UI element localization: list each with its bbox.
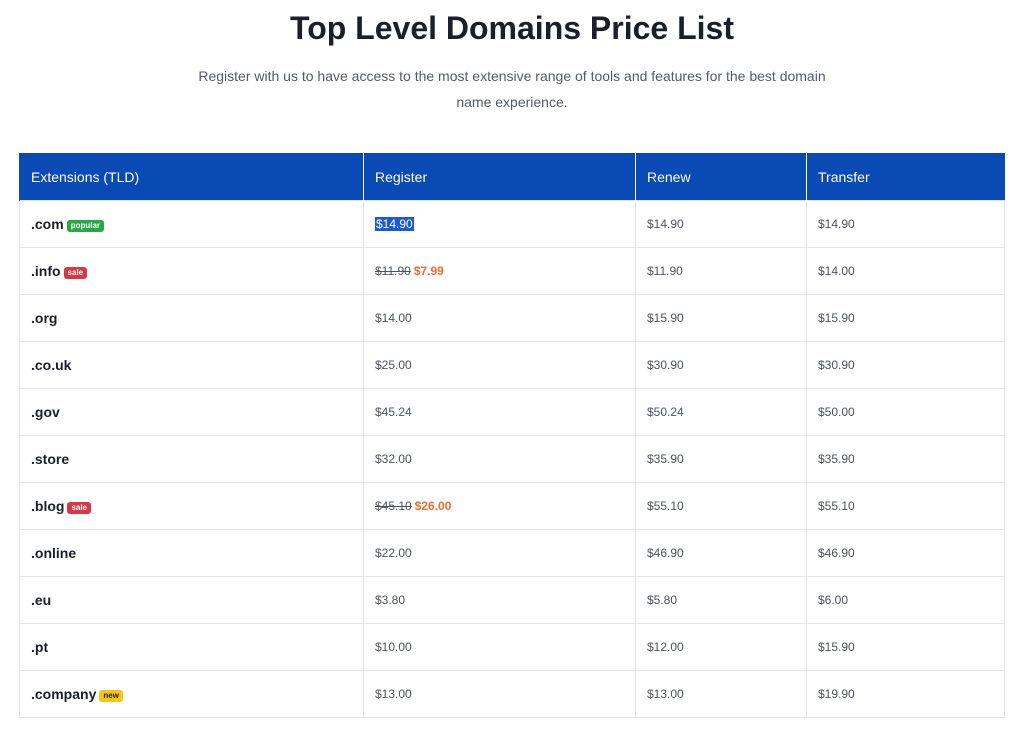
tld-cell: .online: [19, 529, 364, 577]
register-price: $22.00: [375, 546, 412, 560]
transfer-price-cell: $14.00: [806, 247, 1005, 295]
register-price: $14.00: [375, 311, 412, 325]
transfer-price-cell: $35.90: [806, 435, 1005, 483]
table-row: .org $14.00 $15.90 $15.90: [19, 294, 1005, 342]
tld-name: .eu: [31, 592, 52, 608]
tld-name: .org: [31, 310, 58, 326]
register-price: $3.80: [375, 593, 406, 607]
transfer-price-cell: $14.90: [806, 200, 1005, 248]
renew-price-cell: $13.00: [635, 670, 807, 718]
register-price-cell: $10.00: [363, 623, 636, 671]
renew-price-cell: $50.24: [635, 388, 807, 436]
tld-cell: .eu: [19, 576, 364, 624]
tld-name: .store: [31, 451, 70, 467]
tld-name: .com: [31, 216, 64, 232]
subtitle-line-1: Register with us to have access to the m…: [198, 68, 826, 84]
transfer-price-cell: $55.10: [806, 482, 1005, 530]
tld-cell: .com popular: [19, 200, 364, 248]
renew-price-cell: $35.90: [635, 435, 807, 483]
tld-name: .online: [31, 545, 77, 561]
transfer-price-cell: $6.00: [806, 576, 1005, 624]
table-row: .store $32.00 $35.90 $35.90: [19, 435, 1005, 483]
page-title: Top Level Domains Price List: [290, 10, 734, 46]
tld-cell: .co.uk: [19, 341, 364, 389]
tld-name: .gov: [31, 404, 60, 420]
price-list-page: Top Level Domains Price List Register wi…: [0, 0, 1024, 737]
table-body: .com popular $14.90 $14.90 $14.90 .info sale $1…: [19, 200, 1005, 718]
original-register-price: $45.10: [375, 499, 412, 513]
tld-name: .pt: [31, 639, 49, 655]
new-badge: new: [99, 690, 123, 702]
transfer-price-cell: $30.90: [806, 341, 1005, 389]
register-price-cell: $13.00: [363, 670, 636, 718]
table-row: .company new $13.00 $13.00 $19.90: [19, 670, 1005, 718]
renew-price-cell: $15.90: [635, 294, 807, 342]
register-price-cell: $14.00: [363, 294, 636, 342]
register-price-selected: $14.90: [375, 217, 414, 231]
tld-cell: .store: [19, 435, 364, 483]
tld-name: .co.uk: [31, 357, 72, 373]
tld-cell: .blog sale: [19, 482, 364, 530]
transfer-price-cell: $15.90: [806, 294, 1005, 342]
original-register-price: $11.90: [375, 264, 411, 278]
sale-register-price: $26.00: [414, 499, 452, 513]
column-header-register[interactable]: Register: [363, 153, 636, 201]
table-row: .co.uk $25.00 $30.90 $30.90: [19, 341, 1005, 389]
tld-price-table: Extensions (TLD) Register Renew Transfer…: [19, 153, 1005, 718]
column-header-renew[interactable]: Renew: [635, 153, 807, 201]
register-price: $25.00: [375, 358, 412, 372]
renew-price-cell: $55.10: [635, 482, 807, 530]
register-price: $45.24: [375, 405, 412, 419]
page-subtitle: Register with us to have access to the m…: [192, 63, 832, 115]
subtitle-line-2: name experience.: [456, 94, 568, 110]
transfer-price-cell: $15.90: [806, 623, 1005, 671]
renew-price-cell: $11.90: [635, 247, 807, 295]
renew-price-cell: $5.80: [635, 576, 807, 624]
table-row: .pt $10.00 $12.00 $15.90: [19, 623, 1005, 671]
table-row: .online $22.00 $46.90 $46.90: [19, 529, 1005, 577]
register-price-cell: $3.80: [363, 576, 636, 624]
tld-name: .company: [31, 686, 97, 702]
table-header-row: Extensions (TLD) Register Renew Transfer: [19, 153, 1005, 201]
register-price-cell: $45.10 $26.00: [363, 482, 636, 530]
tld-cell: .gov: [19, 388, 364, 436]
register-price-cell: $14.90: [363, 200, 636, 248]
table-row: .com popular $14.90 $14.90 $14.90: [19, 200, 1005, 248]
sale-badge: sale: [67, 502, 92, 514]
table-row: .info sale $11.90 $7.99 $11.90 $14.00: [19, 247, 1005, 295]
renew-price-cell: $46.90: [635, 529, 807, 577]
column-header-transfer[interactable]: Transfer: [806, 153, 1005, 201]
register-price: $32.00: [375, 452, 412, 466]
sale-badge: sale: [63, 267, 88, 279]
tld-cell: .pt: [19, 623, 364, 671]
transfer-price-cell: $50.00: [806, 388, 1005, 436]
tld-cell: .company new: [19, 670, 364, 718]
tld-cell: .info sale: [19, 247, 364, 295]
table-row: .eu $3.80 $5.80 $6.00: [19, 576, 1005, 624]
popular-badge: popular: [66, 220, 105, 232]
table-row: .blog sale $45.10 $26.00 $55.10 $55.10: [19, 482, 1005, 530]
register-price-cell: $22.00: [363, 529, 636, 577]
renew-price-cell: $30.90: [635, 341, 807, 389]
register-price-cell: $25.00: [363, 341, 636, 389]
tld-name: .blog: [31, 498, 65, 514]
transfer-price-cell: $19.90: [806, 670, 1005, 718]
tld-name: .info: [31, 263, 61, 279]
register-price-cell: $45.24: [363, 388, 636, 436]
register-price: $13.00: [375, 687, 412, 701]
column-header-extensions[interactable]: Extensions (TLD): [19, 153, 364, 201]
register-price-cell: $32.00: [363, 435, 636, 483]
register-price: $10.00: [375, 640, 412, 654]
transfer-price-cell: $46.90: [806, 529, 1005, 577]
renew-price-cell: $12.00: [635, 623, 807, 671]
renew-price-cell: $14.90: [635, 200, 807, 248]
table-row: .gov $45.24 $50.24 $50.00: [19, 388, 1005, 436]
tld-cell: .org: [19, 294, 364, 342]
sale-register-price: $7.99: [413, 264, 444, 278]
register-price-cell: $11.90 $7.99: [363, 247, 636, 295]
